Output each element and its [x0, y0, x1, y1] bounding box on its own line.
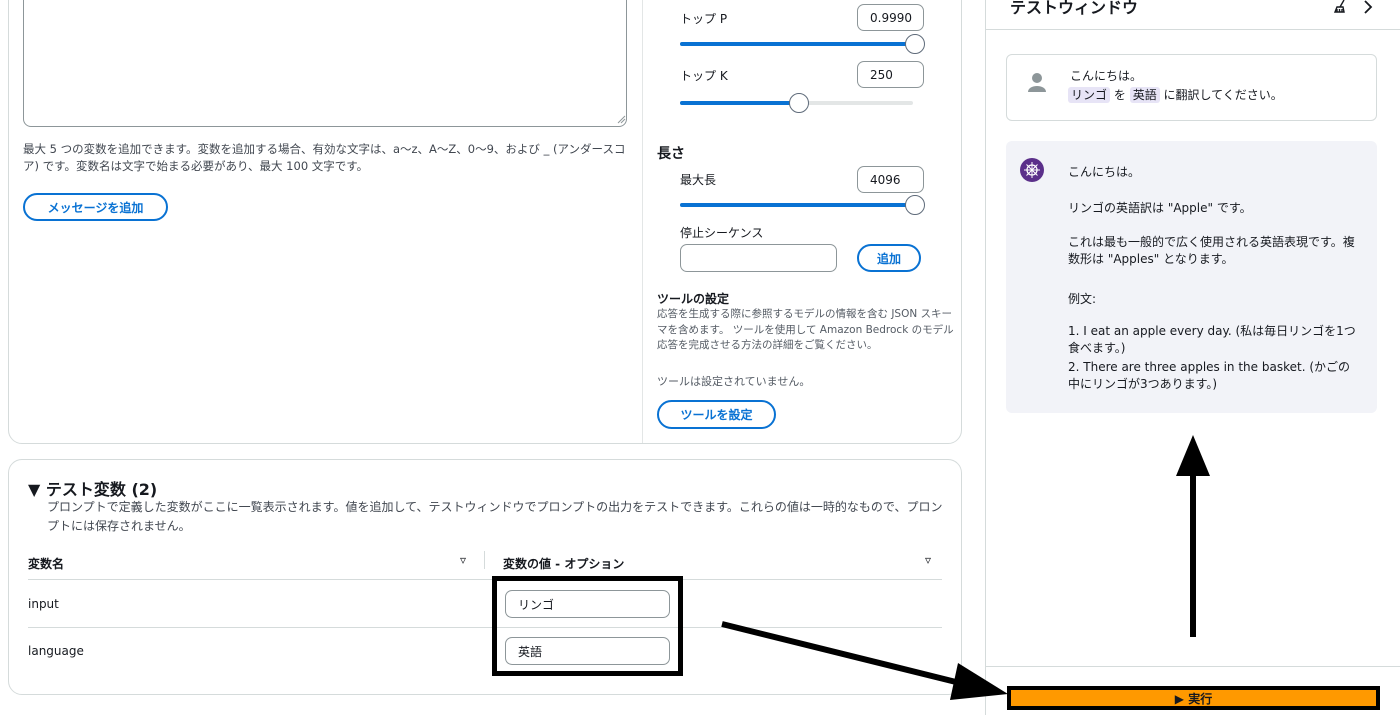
test-window-border	[985, 0, 986, 715]
add-stop-sequence-button[interactable]: 追加	[857, 244, 921, 272]
top-p-input[interactable]: 0.9990	[857, 4, 924, 31]
chevron-right-icon[interactable]	[1360, 0, 1376, 16]
top-p-slider-fill	[680, 42, 913, 46]
max-length-label: 最大長	[680, 173, 717, 187]
top-k-slider-thumb[interactable]	[789, 93, 809, 113]
model-avatar-icon	[1020, 158, 1044, 182]
sort-variable-value-icon[interactable]: ▿	[925, 553, 931, 567]
test-variables-description: プロンプトで定義した変数がここに一覧表示されます。値を追加して、テストウィンドウ…	[47, 500, 943, 533]
top-p-slider-thumb[interactable]	[905, 34, 925, 54]
top-p-label: トップ P	[680, 12, 728, 26]
resize-grip-icon[interactable]	[616, 114, 626, 124]
user-message-tail: に翻訳してください。	[1163, 88, 1283, 102]
test-window-title: テストウィンドウ	[1010, 0, 1139, 17]
variable-chip-language: 英語	[1129, 87, 1160, 103]
top-k-label: トップ K	[680, 69, 728, 83]
variable-help-text: 最大 5 つの変数を追加できます。変数を追加する場合、有効な文字は、a～z、A～…	[23, 142, 626, 173]
user-avatar-icon	[1028, 73, 1046, 92]
variable-chip-input: リンゴ	[1068, 87, 1111, 103]
configure-tools-button[interactable]: ツールを設定	[657, 400, 776, 429]
column-divider	[642, 0, 643, 443]
tools-empty-text: ツールは設定されていません。	[657, 375, 811, 388]
column-header-divider	[484, 551, 485, 569]
run-button[interactable]: ▶ 実行	[1007, 686, 1380, 710]
broom-icon[interactable]	[1332, 0, 1350, 16]
column-header-variable-name: 変数名	[28, 557, 65, 571]
top-p-slider[interactable]	[680, 34, 925, 54]
column-header-variable-value: 変数の値 - オプション	[503, 557, 625, 571]
max-length-slider-fill	[680, 203, 913, 207]
stop-sequence-label: 停止シーケンス	[680, 226, 764, 240]
max-length-slider-thumb[interactable]	[905, 195, 925, 215]
top-k-input[interactable]: 250	[857, 61, 924, 88]
header-divider	[28, 579, 942, 580]
row-divider	[28, 627, 942, 628]
assistant-paragraph-2: これは最も一般的で広く使用される英語表現です。複数形は "Apples" となり…	[1068, 235, 1355, 266]
assistant-greeting: こんにちは。	[1068, 165, 1141, 179]
assistant-example-2: 2. There are three apples in the basket.…	[1068, 360, 1351, 391]
add-message-button[interactable]: メッセージを追加	[23, 193, 168, 221]
test-window-footer-divider	[985, 666, 1400, 667]
top-k-slider-fill	[680, 101, 797, 105]
variable-name-input: input	[28, 597, 59, 611]
test-variables-title: テスト変数 (2)	[45, 480, 158, 499]
prompt-message-textarea[interactable]	[23, 0, 627, 127]
sort-variable-name-icon[interactable]: ▿	[460, 553, 466, 567]
test-variables-header[interactable]: ▼ テスト変数 (2)	[28, 476, 157, 500]
annotation-arrowhead-up	[1176, 435, 1210, 476]
stop-sequence-input[interactable]	[680, 244, 837, 272]
user-message-body: リンゴ を 英語 に翻訳してください。	[1068, 86, 1283, 103]
tools-section-title: ツールの設定	[657, 292, 730, 306]
user-message-greeting: こんにちは。	[1070, 69, 1143, 83]
tools-description: 応答を生成する際に参照するモデルの情報を含む JSON スキーマを含めます。 ツ…	[657, 308, 954, 351]
max-length-input[interactable]: 4096	[857, 166, 924, 193]
assistant-paragraph-3: 例文:	[1068, 292, 1097, 306]
max-length-slider[interactable]	[680, 195, 925, 215]
length-section-title: 長さ	[657, 146, 685, 162]
annotation-highlight-box	[492, 576, 683, 676]
variable-name-language: language	[28, 644, 84, 658]
assistant-paragraph-1: リンゴの英語訳は "Apple" です。	[1068, 201, 1252, 215]
top-k-slider[interactable]	[680, 93, 913, 113]
assistant-example-1: 1. I eat an apple every day. (私は毎日リンゴを1つ…	[1068, 324, 1356, 355]
user-message-particle: を	[1113, 88, 1126, 102]
test-window-header-divider	[985, 29, 1400, 30]
expand-toggle-icon[interactable]: ▼	[28, 480, 40, 499]
